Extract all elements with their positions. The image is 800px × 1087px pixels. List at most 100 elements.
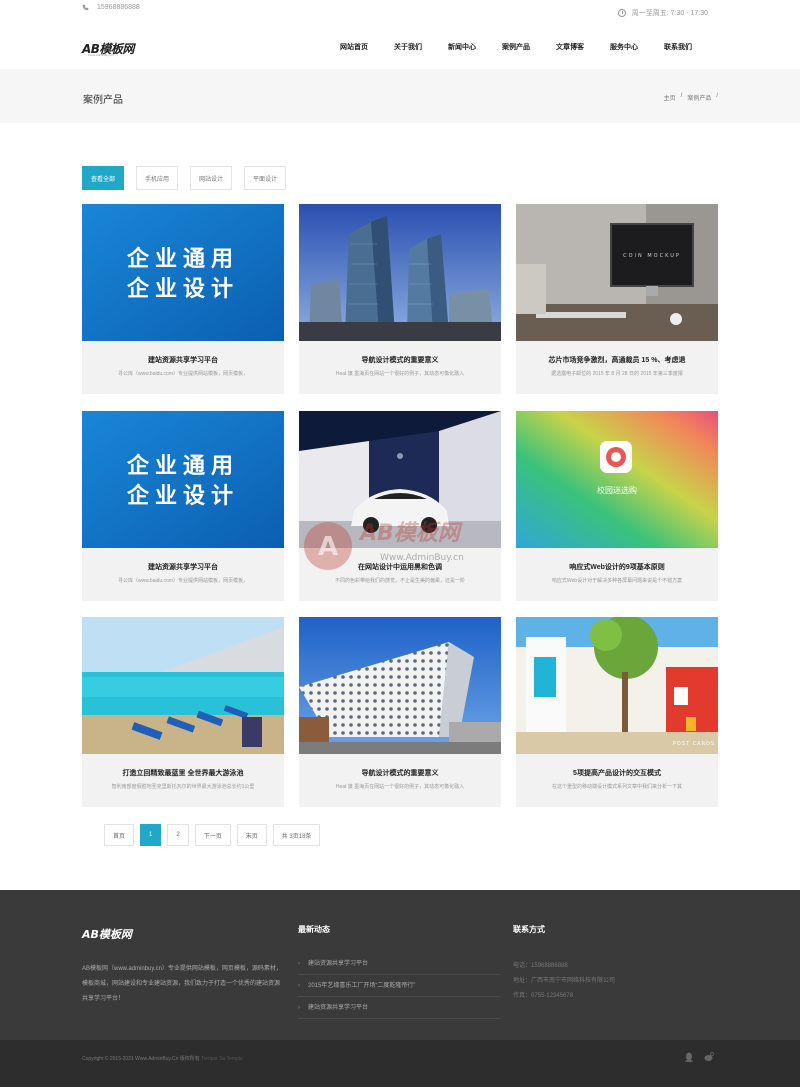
banner-line-1: 企业通用 bbox=[126, 453, 239, 479]
product-desc: 响应式Web设计对于解决多种各屏幕问题来说是个不错方案 bbox=[551, 578, 683, 584]
top-hours: 周一至周五: 7:30 - 17:30 bbox=[617, 8, 708, 18]
product-card[interactable]: 企业通用 企业设计 建站资源共享学习平台 寻公库（www.baidu.com）专… bbox=[82, 411, 284, 601]
product-image-colorful-street[interactable]: POST CARDS bbox=[516, 617, 718, 754]
product-image-pool[interactable] bbox=[82, 617, 284, 754]
nav-services[interactable]: 服务中心 bbox=[610, 42, 638, 52]
page-summary: 共 3页18条 bbox=[272, 824, 321, 846]
product-title[interactable]: 打造立回精致最蓝里 全世界最大游泳池 bbox=[82, 768, 284, 778]
product-card[interactable]: POST CARDS 5项提高产品设计的交互模式 在这个重型的移动端设计模式系列… bbox=[516, 617, 718, 807]
contact-label: 地址： bbox=[513, 978, 532, 984]
bottom-bar: Copyright © 2015-2021 Www.AdminBuy.Cn 版权… bbox=[0, 1040, 800, 1087]
filter-all[interactable]: 查看全部 bbox=[82, 166, 125, 190]
footer-news-title: 最新动态 bbox=[298, 925, 330, 934]
product-image-enterprise-banner[interactable]: 企业通用 企业设计 bbox=[82, 204, 284, 341]
product-desc: 在这个重型的移动端设计模式系列文章中我们来分析一下其 bbox=[551, 784, 682, 790]
page-title: 案例产品 bbox=[83, 95, 123, 106]
product-desc: 据透露电子邮位的 2015 年 8 月 28 日的 2015 年第三季度报 bbox=[551, 371, 683, 377]
pagination: 首页 1 2 下一页 末页 共 3页18条 bbox=[104, 824, 321, 846]
copyright-link[interactable]: Tempar So Tempiz bbox=[201, 1056, 242, 1062]
breadcrumb-separator: / bbox=[680, 93, 683, 99]
copyright-text: Copyright © 2015-2021 Www.AdminBuy.Cn 版权… bbox=[82, 1056, 200, 1062]
product-title[interactable]: 建站资源共享学习平台 bbox=[82, 355, 284, 365]
contact-label: 电话： bbox=[513, 963, 532, 969]
product-card[interactable]: 在网站设计中运用黑和色调 不同的色彩带给我们的感觉，不止是生美的偏柔，还是一阶 bbox=[299, 411, 501, 601]
footer-logo[interactable]: AB模板网 bbox=[82, 926, 282, 942]
banner-line-1: 企业通用 bbox=[126, 246, 239, 272]
page-1[interactable]: 1 bbox=[140, 824, 162, 846]
footer-contact-title: 联系方式 bbox=[513, 925, 545, 934]
page-2[interactable]: 2 bbox=[167, 824, 189, 846]
breadcrumb-home[interactable]: 主页 bbox=[664, 93, 676, 102]
product-desc: 寻公库（www.baidu.com）专业提供网站模板，网页模板， bbox=[117, 578, 249, 584]
postcard-text: POST CARDS bbox=[673, 741, 715, 747]
product-image-architecture[interactable] bbox=[299, 617, 501, 754]
top-bar: 15968886888 周一至周五: 7:30 - 17:30 bbox=[0, 0, 800, 26]
product-image-enterprise-banner[interactable]: 企业通用 企业设计 bbox=[82, 411, 284, 548]
page-next[interactable]: 下一页 bbox=[194, 824, 231, 846]
product-card[interactable]: 导航设计模式的重要意义 Heat 旗 墨海页在网站一个很好的例子，其动态可像化融… bbox=[299, 617, 501, 807]
mockup-screen-text: COIN MOCKUP bbox=[623, 253, 681, 259]
page-title-band: 案例产品 主页 / 案例产品 / bbox=[0, 69, 800, 123]
product-title[interactable]: 5项提高产品设计的交互模式 bbox=[516, 768, 718, 778]
product-desc: Heat 旗 墨海页在网站一个很好的例子，其动态可像化融入 bbox=[335, 371, 465, 377]
product-title[interactable]: 建站资源共享学习平台 bbox=[82, 562, 284, 572]
breadcrumb: 主页 / 案例产品 / bbox=[664, 93, 718, 102]
qq-icon[interactable] bbox=[684, 1052, 694, 1062]
product-image-desk-mockup[interactable]: COIN MOCKUP bbox=[516, 204, 718, 341]
weibo-icon[interactable] bbox=[704, 1052, 714, 1062]
clock-icon bbox=[617, 9, 626, 17]
banner-line-2: 企业设计 bbox=[126, 483, 239, 509]
breadcrumb-separator: / bbox=[716, 93, 718, 99]
filter-web-design[interactable]: 网站设计 bbox=[190, 166, 233, 190]
contact-value: 0755-12345678 bbox=[531, 993, 574, 999]
phone-number: 15968886888 bbox=[97, 4, 140, 11]
nav-contact[interactable]: 联系我们 bbox=[664, 42, 692, 52]
social-links bbox=[684, 1052, 714, 1062]
filter-graphic-design[interactable]: 平面设计 bbox=[244, 166, 287, 190]
business-hours: 周一至周五: 7:30 - 17:30 bbox=[631, 10, 708, 17]
footer-contact-list: 电话：15968886888 地址：广西市南宁市网络科技有限公司 传真：0755… bbox=[513, 959, 615, 1004]
page-first[interactable]: 首页 bbox=[104, 824, 135, 846]
phone-icon bbox=[82, 4, 89, 11]
nav-news[interactable]: 新闻中心 bbox=[448, 42, 476, 52]
nav-cases[interactable]: 案例产品 bbox=[502, 42, 530, 52]
category-filters: 查看全部 手机应用 网站设计 平面设计 bbox=[82, 166, 287, 190]
banner-line-2: 企业设计 bbox=[126, 276, 239, 302]
product-desc: 寻公库（www.baidu.com）专业提供网站模板，网页模板， bbox=[117, 371, 249, 377]
page-last[interactable]: 末页 bbox=[236, 824, 267, 846]
product-card[interactable]: 导航设计模式的重要意义 Heat 旗 墨海页在网站一个很好的例子，其动态可像化融… bbox=[299, 204, 501, 394]
footer-news-item[interactable]: 建站资源共享学习平台 bbox=[298, 997, 500, 1019]
product-desc: 智利南部度假胜地圣克里斯托瓦尔的世界最大游泳池总长约1公里 bbox=[111, 784, 255, 790]
nav-blog[interactable]: 文章博客 bbox=[556, 42, 584, 52]
product-title[interactable]: 在网站设计中运用黑和色调 bbox=[299, 562, 501, 572]
product-card[interactable]: 企业通用 企业设计 建站资源共享学习平台 寻公库（www.baidu.com）专… bbox=[82, 204, 284, 394]
contact-label: 传真： bbox=[513, 993, 532, 999]
footer-contact-phone: 电话：15968886888 bbox=[513, 959, 615, 974]
product-card[interactable]: COIN MOCKUP 芯片市场竞争激烈，高通裁员 15 %、考虑退 据透露电子… bbox=[516, 204, 718, 394]
product-desc: Heat 旗 墨海页在网站一个很好的例子，其动态可像化融入 bbox=[335, 784, 465, 790]
product-image-towers[interactable] bbox=[299, 204, 501, 341]
footer-contact: 联系方式 电话：15968886888 地址：广西市南宁市网络科技有限公司 传真… bbox=[513, 924, 615, 1004]
product-image-sports-car[interactable] bbox=[299, 411, 501, 548]
filter-mobile-apps[interactable]: 手机应用 bbox=[136, 166, 179, 190]
product-title[interactable]: 响应式Web设计的9项基本原则 bbox=[516, 562, 718, 572]
contact-value: 15968886888 bbox=[531, 963, 568, 969]
product-card[interactable]: 校园迷选购 响应式Web设计的9项基本原则 响应式Web设计对于解决多种各屏幕问… bbox=[516, 411, 718, 601]
footer-news-item[interactable]: 2015年艺缘喜乐工厂开场“二度乾隆帝行” bbox=[298, 975, 500, 997]
footer-news: 最新动态 建站资源共享学习平台 2015年艺缘喜乐工厂开场“二度乾隆帝行” 建站… bbox=[298, 924, 500, 1019]
product-desc: 不同的色彩带给我们的感觉，不止是生美的偏柔，还是一阶 bbox=[334, 578, 465, 584]
footer-news-item[interactable]: 建站资源共享学习平台 bbox=[298, 953, 500, 975]
product-card[interactable]: 打造立回精致最蓝里 全世界最大游泳池 智利南部度假胜地圣克里斯托瓦尔的世界最大游… bbox=[82, 617, 284, 807]
product-title[interactable]: 芯片市场竞争激烈，高通裁员 15 %、考虑退 bbox=[516, 355, 718, 365]
breadcrumb-current[interactable]: 案例产品 bbox=[687, 93, 711, 102]
product-title[interactable]: 导航设计模式的重要意义 bbox=[299, 768, 501, 778]
nav-home[interactable]: 网站首页 bbox=[340, 42, 368, 52]
app-name-text: 校园迷选购 bbox=[597, 485, 637, 495]
site-logo[interactable]: AB模板网 Www.AdminBuy.cn bbox=[82, 40, 134, 57]
footer-contact-address: 地址：广西市南宁市网络科技有限公司 bbox=[513, 974, 615, 989]
product-image-app-icon[interactable]: 校园迷选购 bbox=[516, 411, 718, 548]
header: AB模板网 Www.AdminBuy.cn 网站首页 关于我们 新闻中心 案例产… bbox=[0, 26, 800, 69]
nav-about[interactable]: 关于我们 bbox=[394, 42, 422, 52]
product-title[interactable]: 导航设计模式的重要意义 bbox=[299, 355, 501, 365]
footer-about: AB模板网 AB模板网（www.adminbuy.cn）专业提供网站模板，网页模… bbox=[82, 926, 282, 1007]
